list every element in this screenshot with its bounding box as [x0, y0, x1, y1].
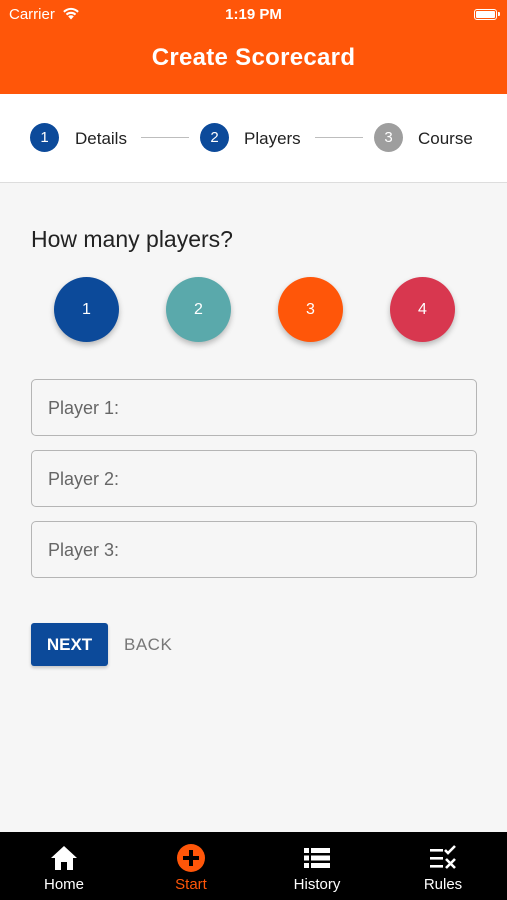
step-1-circle[interactable]: 1 — [30, 123, 59, 152]
step-2-circle[interactable]: 2 — [200, 123, 229, 152]
player-count-2-button[interactable]: 2 — [166, 277, 231, 342]
player-count-1-button[interactable]: 1 — [54, 277, 119, 342]
tab-home-label: Home — [43, 876, 84, 893]
battery-icon — [474, 9, 500, 20]
player-1-field[interactable] — [31, 379, 477, 436]
tab-rules[interactable]: Rules — [383, 832, 503, 900]
player-3-field[interactable] — [31, 521, 477, 578]
players-question: How many players? — [31, 226, 233, 252]
tab-history-label: History — [293, 876, 341, 893]
step-1-label[interactable]: Details — [75, 129, 127, 149]
page-title: Create Scorecard — [151, 44, 356, 71]
tab-rules-label: Rules — [423, 876, 463, 893]
player-1-input[interactable] — [46, 380, 470, 436]
step-connector — [315, 137, 363, 138]
tab-home[interactable]: Home — [4, 832, 124, 900]
tab-start[interactable]: Start — [131, 832, 251, 900]
next-button[interactable]: NEXT — [31, 623, 108, 666]
step-connector — [141, 137, 189, 138]
player-2-field[interactable] — [31, 450, 477, 507]
rules-icon — [430, 845, 456, 869]
bottom-tab-bar: Home Start History Rules — [0, 832, 507, 900]
player-3-input[interactable] — [46, 522, 470, 578]
progress-stepper: 1 Details 2 Players 3 Course — [0, 94, 507, 183]
step-3-label[interactable]: Course — [418, 129, 473, 149]
player-count-4-button[interactable]: 4 — [390, 277, 455, 342]
tab-start-label: Start — [175, 876, 207, 893]
player-count-3-button[interactable]: 3 — [278, 277, 343, 342]
tab-history[interactable]: History — [257, 832, 377, 900]
player-2-input[interactable] — [46, 451, 470, 507]
back-button[interactable]: BACK — [124, 623, 172, 666]
step-2-label[interactable]: Players — [244, 129, 301, 149]
list-icon — [304, 848, 330, 868]
app-header: Carrier 1:19 PM Create Scorecard — [0, 0, 507, 94]
step-3-circle[interactable]: 3 — [374, 123, 403, 152]
home-icon — [51, 846, 77, 870]
status-bar: Carrier 1:19 PM — [0, 5, 507, 25]
add-circle-icon — [177, 844, 205, 872]
status-time: 1:19 PM — [225, 6, 282, 23]
